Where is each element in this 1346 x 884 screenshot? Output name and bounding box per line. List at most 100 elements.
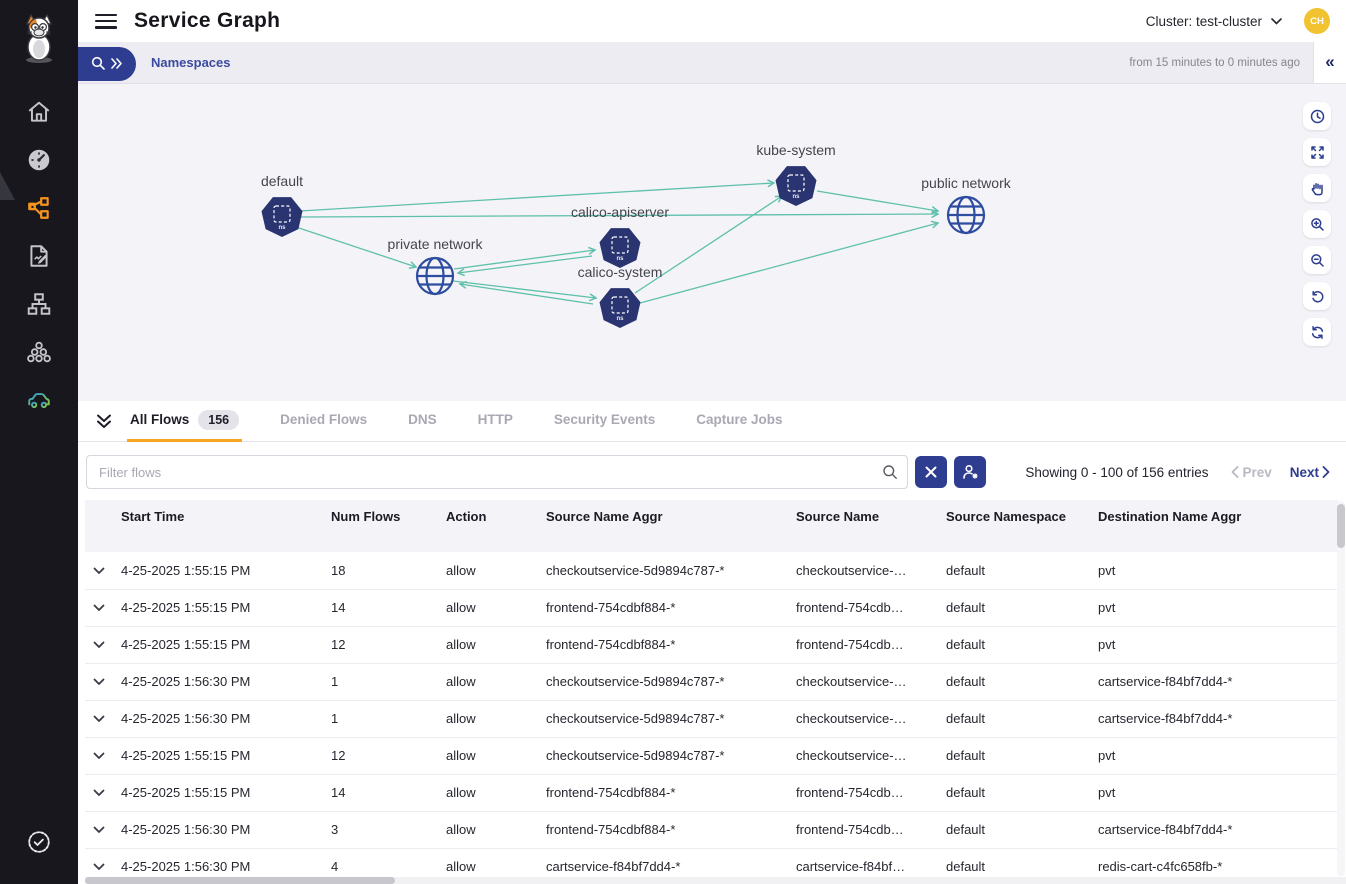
- search-icon: [91, 56, 106, 71]
- table-cell: 4-25-2025 1:55:15 PM: [113, 552, 323, 589]
- table-cell: checkoutservice-…: [788, 552, 938, 589]
- search-icon: [882, 464, 898, 480]
- fit-screen-icon[interactable]: [1303, 138, 1331, 166]
- sidebar-item-workloads[interactable]: [0, 328, 78, 376]
- column-header[interactable]: Start Time: [113, 500, 323, 552]
- next-page-button[interactable]: Next: [1290, 465, 1330, 480]
- table-cell: checkoutservice-5d9894c787-*: [538, 700, 788, 737]
- tab-http[interactable]: HTTP: [475, 401, 516, 442]
- row-expand-chevron-icon[interactable]: [85, 811, 113, 848]
- table-row[interactable]: 4-25-2025 1:55:15 PM14allowfrontend-754c…: [85, 589, 1338, 626]
- graph-node-calico-system[interactable]: nscalico-system: [578, 264, 663, 328]
- cluster-selector[interactable]: Cluster: test-cluster: [1146, 14, 1282, 29]
- time-range-label: from 15 minutes to 0 minutes ago: [1129, 57, 1313, 69]
- double-chevron-right-icon: [111, 58, 123, 69]
- table-row[interactable]: 4-25-2025 1:55:15 PM18allowcheckoutservi…: [85, 552, 1338, 589]
- row-expand-chevron-icon[interactable]: [85, 589, 113, 626]
- breadcrumb[interactable]: Namespaces: [151, 55, 231, 70]
- table-cell: 12: [323, 626, 438, 663]
- sidebar-item-networksets[interactable]: [0, 280, 78, 328]
- workloads-cluster-icon: [26, 339, 52, 365]
- table-cell: frontend-754cdb…: [788, 626, 938, 663]
- table-row[interactable]: 4-25-2025 1:56:30 PM3allowfrontend-754cd…: [85, 811, 1338, 848]
- table-row[interactable]: 4-25-2025 1:56:30 PM1allowcheckoutservic…: [85, 663, 1338, 700]
- graph-edge: [817, 191, 938, 211]
- table-cell: 12: [323, 737, 438, 774]
- zoom-out-icon[interactable]: [1303, 246, 1331, 274]
- table-cell: frontend-754cdb…: [788, 811, 938, 848]
- table-cell: 4-25-2025 1:55:15 PM: [113, 737, 323, 774]
- tab-label: HTTP: [478, 412, 513, 427]
- table-row[interactable]: 4-25-2025 1:55:15 PM12allowcheckoutservi…: [85, 737, 1338, 774]
- column-header[interactable]: Action: [438, 500, 538, 552]
- graph-node-calico-apiserver[interactable]: nscalico-apiserver: [571, 204, 669, 268]
- table-row[interactable]: 4-25-2025 1:55:15 PM12allowfrontend-754c…: [85, 626, 1338, 663]
- sidebar-item-car[interactable]: [0, 376, 78, 424]
- filter-flows-input[interactable]: [86, 455, 908, 489]
- row-expand-chevron-icon[interactable]: [85, 700, 113, 737]
- table-cell: checkoutservice-…: [788, 663, 938, 700]
- row-expand-chevron-icon[interactable]: [85, 737, 113, 774]
- graph-node-kube-system[interactable]: nskube-system: [756, 142, 835, 206]
- undo-icon[interactable]: [1303, 282, 1331, 310]
- graph-node-default[interactable]: nsdefault: [261, 173, 303, 237]
- column-header[interactable]: Source Name: [788, 500, 938, 552]
- table-cell: checkoutservice-5d9894c787-*: [538, 737, 788, 774]
- refresh-icon[interactable]: [1303, 318, 1331, 346]
- tab-capture-jobs[interactable]: Capture Jobs: [693, 401, 785, 442]
- table-cell: allow: [438, 626, 538, 663]
- svg-text:ns: ns: [278, 225, 286, 231]
- pan-hand-icon[interactable]: [1303, 174, 1331, 202]
- sidebar-item-compliance[interactable]: [0, 818, 78, 866]
- table-cell: frontend-754cdb…: [788, 589, 938, 626]
- table-row[interactable]: 4-25-2025 1:55:15 PM14allowfrontend-754c…: [85, 774, 1338, 811]
- double-chevron-down-icon[interactable]: [87, 401, 121, 441]
- table-cell: 4-25-2025 1:55:15 PM: [113, 589, 323, 626]
- tab-dns[interactable]: DNS: [405, 401, 440, 442]
- tab-security-events[interactable]: Security Events: [551, 401, 658, 442]
- service-graph-icon: [26, 195, 52, 221]
- column-header[interactable]: Destination Name Aggr: [1090, 500, 1338, 552]
- row-expand-chevron-icon[interactable]: [85, 663, 113, 700]
- tab-label: All Flows: [130, 412, 189, 427]
- vertical-scrollbar[interactable]: [1337, 501, 1345, 876]
- chevron-down-icon: [1271, 18, 1282, 25]
- sidebar-item-home[interactable]: [0, 88, 78, 136]
- clear-filter-x-icon[interactable]: [915, 456, 947, 488]
- table-row[interactable]: 4-25-2025 1:56:30 PM1allowcheckoutservic…: [85, 700, 1338, 737]
- table-cell: cartservice-f84bf7dd4-*: [1090, 700, 1338, 737]
- row-expand-chevron-icon[interactable]: [85, 774, 113, 811]
- horizontal-scrollbar[interactable]: [85, 877, 1346, 884]
- tab-denied-flows[interactable]: Denied Flows: [277, 401, 370, 442]
- sidebar-item-reports[interactable]: [0, 232, 78, 280]
- zoom-in-icon[interactable]: [1303, 210, 1331, 238]
- table-cell: default: [938, 811, 1090, 848]
- table-cell: cartservice-f84bf7dd4-*: [1090, 663, 1338, 700]
- row-expand-chevron-icon[interactable]: [85, 552, 113, 589]
- service-graph-canvas[interactable]: nsdefault private network nscalico-apiserv…: [78, 84, 1346, 401]
- avatar[interactable]: CH: [1304, 8, 1330, 34]
- table-cell: 4-25-2025 1:56:30 PM: [113, 663, 323, 700]
- calico-cat-logo[interactable]: [13, 10, 65, 68]
- graph-node-label: private network: [388, 236, 484, 252]
- graph-edge: [460, 284, 593, 304]
- table-cell: checkoutservice-5d9894c787-*: [538, 552, 788, 589]
- prev-page-button[interactable]: Prev: [1231, 465, 1271, 480]
- column-header[interactable]: Source Namespace: [938, 500, 1090, 552]
- pagination-summary: Showing 0 - 100 of 156 entries: [1025, 465, 1208, 480]
- sidebar-item-service-graph[interactable]: [0, 184, 78, 232]
- sidebar-item-dashboard[interactable]: [0, 136, 78, 184]
- table-cell: default: [938, 737, 1090, 774]
- row-expand-chevron-icon[interactable]: [85, 626, 113, 663]
- horizontal-scrollbar-thumb[interactable]: [85, 877, 395, 884]
- graph-search-button[interactable]: [78, 47, 136, 81]
- collapse-panel-icon[interactable]: «: [1313, 42, 1346, 84]
- hamburger-menu-icon[interactable]: [95, 14, 117, 29]
- vertical-scrollbar-thumb[interactable]: [1337, 504, 1345, 548]
- customize-columns-user-gear-icon[interactable]: [954, 456, 986, 488]
- tab-all-flows[interactable]: All Flows156: [127, 401, 242, 442]
- column-header[interactable]: Num Flows: [323, 500, 438, 552]
- timeline-clock-icon[interactable]: [1303, 102, 1331, 130]
- table-cell: pvt: [1090, 626, 1338, 663]
- column-header[interactable]: Source Name Aggr: [538, 500, 788, 552]
